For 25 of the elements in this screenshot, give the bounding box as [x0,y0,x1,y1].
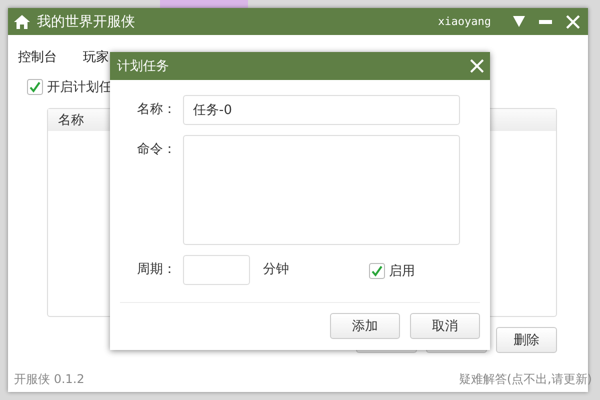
close-icon[interactable] [470,59,484,73]
checkbox-label: 开启计划任 [47,79,112,96]
name-field[interactable]: 任务-0 [183,95,460,125]
minimize-icon[interactable] [539,20,552,24]
user-name[interactable]: xiaoyang [438,15,491,28]
tab[interactable]: 玩家 [83,48,109,66]
dialog-title: 计划任务 [117,58,169,75]
window-title: 我的世界开服侠 [37,12,136,30]
add-button[interactable]: 添加 [330,313,400,339]
delete-button[interactable]: 删除 [496,327,557,353]
field-label: 周期： [136,261,176,279]
help-link[interactable]: 疑难解答(点不出,请更新) [458,371,592,388]
close-icon[interactable] [566,14,580,28]
version-label: 开服侠 0.1.2 [14,371,84,388]
field-label: 命令： [136,141,176,159]
checkbox[interactable] [369,263,385,279]
command-field[interactable] [183,135,460,245]
unit-label: 分钟 [263,261,289,279]
checkbox[interactable] [27,79,43,95]
checkbox-label: 启用 [389,263,415,280]
period-field[interactable] [183,255,250,285]
home-icon[interactable] [13,14,31,30]
tab[interactable]: 控制台 [18,48,57,66]
cancel-button[interactable]: 取消 [410,313,480,339]
dropdown-icon[interactable] [513,16,525,27]
